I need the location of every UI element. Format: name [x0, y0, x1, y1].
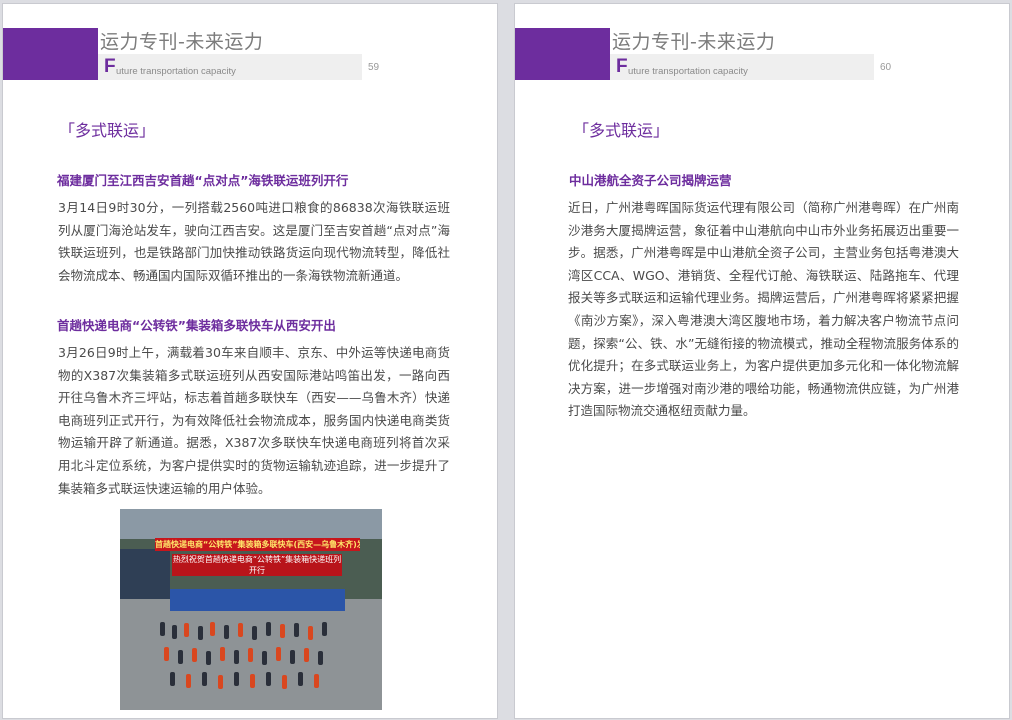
article-heading: 中山港航全资子公司揭牌运营 — [569, 173, 732, 188]
section-label: 「多式联运」 — [573, 121, 670, 140]
page-59: 运力专刊-未来运力 F uture transportation capacit… — [2, 3, 498, 719]
header-subtitle: uture transportation capacity — [628, 66, 748, 77]
article-heading: 首趟快递电商“公转铁”集装箱多联快车从西安开出 — [57, 318, 336, 333]
header-subtitle-strip: F uture transportation capacity — [610, 54, 874, 80]
header-accent-bar — [3, 28, 98, 80]
page-60: 运力专刊-未来运力 F uture transportation capacit… — [514, 3, 1010, 719]
header-subtitle-initial: F — [616, 56, 628, 77]
photo-banner-main: 热烈祝贺首趟快递电商“公转铁”集装箱快递班列开行 — [172, 554, 342, 576]
section-label: 「多式联运」 — [59, 121, 156, 140]
photo-locomotive — [120, 549, 170, 604]
header-subtitle-strip: F uture transportation capacity — [98, 54, 362, 80]
photo-stage — [170, 589, 345, 611]
header-title: 运力专刊-未来运力 — [100, 31, 264, 53]
header-accent-bar — [515, 28, 610, 80]
event-photo: 首趟快递电商“公转铁”集装箱多联快车(西安—乌鲁木齐)发车仪式暨推介活动 热烈祝… — [120, 509, 382, 710]
article-body: 3月14日9时30分，一列搭载2560吨进口粮食的86838次海铁联运班列从厦门… — [58, 200, 450, 283]
page-number: 60 — [880, 62, 892, 73]
header-subtitle-initial: F — [104, 56, 116, 77]
article-body: 3月26日9时上午，满载着30车来自顺丰、京东、中外运等快递电商货物的X387次… — [58, 345, 450, 496]
photo-crowd — [150, 617, 350, 697]
page-number: 59 — [368, 62, 380, 73]
header-subtitle: uture transportation capacity — [116, 66, 236, 77]
article-heading: 福建厦门至江西吉安首趟“点对点”海铁联运班列开行 — [57, 173, 349, 188]
photo-banner-top: 首趟快递电商“公转铁”集装箱多联快车(西安—乌鲁木齐)发车仪式暨推介活动 — [155, 538, 360, 551]
header-title: 运力专刊-未来运力 — [612, 31, 776, 53]
article-body: 近日，广州港粤晖国际货运代理有限公司（简称广州港粤晖）在广州南沙港务大厦揭牌运营… — [568, 200, 959, 419]
